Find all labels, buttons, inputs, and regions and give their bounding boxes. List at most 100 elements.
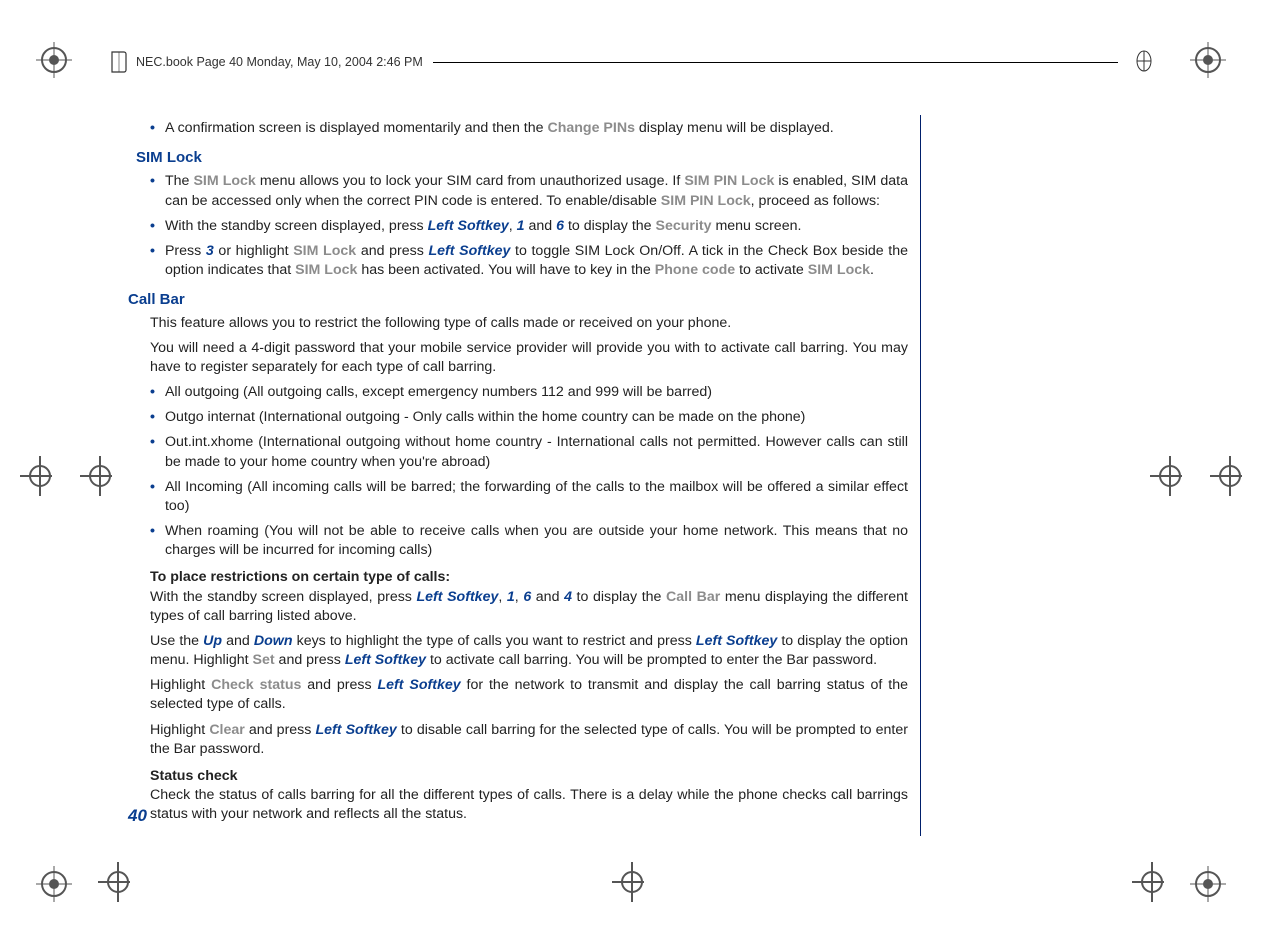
- page-content: • A confirmation screen is displayed mom…: [128, 115, 921, 836]
- bullet-item: • When roaming (You will not be able to r…: [150, 522, 908, 560]
- key-name: 6: [556, 218, 564, 234]
- menu-name: Clear: [209, 722, 245, 738]
- page-number: 40: [128, 806, 147, 826]
- bullet-icon: •: [150, 172, 155, 210]
- bullet-item: • Out.int.xhome (International outgoing w…: [150, 433, 908, 471]
- crop-mark-icon: [612, 866, 644, 898]
- menu-name: Set: [253, 652, 275, 668]
- text: With the standby screen displayed, press: [165, 218, 428, 234]
- crop-mark-icon: [1210, 460, 1242, 492]
- key-name: 1: [507, 589, 515, 605]
- bullet-item: • Press 3 or highlight SIM Lock and pres…: [150, 242, 908, 280]
- crop-mark-icon: [1150, 460, 1182, 492]
- heading-sim-lock: SIM Lock: [136, 148, 908, 168]
- text: menu screen.: [712, 218, 802, 234]
- heading-call-bar: Call Bar: [128, 290, 908, 310]
- text: to display the: [564, 218, 656, 234]
- menu-name: Call Bar: [666, 589, 720, 605]
- text: .: [870, 262, 874, 278]
- key-name: 3: [206, 243, 214, 259]
- text: has been activated. You will have to key…: [357, 262, 654, 278]
- text: and press: [301, 677, 377, 693]
- crop-rosette-icon: [1190, 866, 1226, 902]
- paragraph: With the standby screen displayed, press…: [150, 588, 908, 626]
- text: and press: [275, 652, 345, 668]
- text: , proceed as follows:: [751, 193, 880, 209]
- text: and press: [356, 243, 428, 259]
- text: All Incoming (All incoming calls will be…: [165, 478, 908, 516]
- key-name: Up: [203, 633, 222, 649]
- menu-name: Phone code: [655, 262, 735, 278]
- bullet-item: • A confirmation screen is displayed mom…: [150, 119, 908, 138]
- menu-name: SIM PIN Lock: [684, 173, 774, 189]
- bullet-item: • All Incoming (All incoming calls will b…: [150, 478, 908, 516]
- key-name: Down: [254, 633, 293, 649]
- text: to activate call barring. You will be pr…: [426, 652, 877, 668]
- bullet-icon: •: [150, 522, 155, 560]
- crop-mark-icon: [20, 460, 52, 492]
- menu-name: Check status: [211, 677, 301, 693]
- key-name: 4: [564, 589, 572, 605]
- text: ,: [509, 218, 517, 234]
- text: The: [165, 173, 193, 189]
- menu-name: SIM Lock: [293, 243, 356, 259]
- text: to display the: [572, 589, 666, 605]
- bullet-item: • Outgo internat (International outgoing …: [150, 408, 908, 427]
- crop-rosette-icon: [36, 42, 72, 78]
- bullet-icon: •: [150, 433, 155, 471]
- bullet-item: • The SIM Lock menu allows you to lock y…: [150, 172, 908, 210]
- crop-mark-icon: [80, 460, 112, 492]
- text: When roaming (You will not be able to re…: [165, 522, 908, 560]
- bullet-icon: •: [150, 383, 155, 402]
- text: and: [222, 633, 254, 649]
- book-icon: [110, 50, 128, 74]
- menu-name: SIM Lock: [193, 173, 255, 189]
- key-name: 1: [517, 218, 525, 234]
- text: display menu will be displayed.: [635, 120, 834, 136]
- subheading: To place restrictions on certain type of…: [150, 568, 908, 587]
- key-name: Left Softkey: [315, 722, 396, 738]
- paragraph: Highlight Clear and press Left Softkey t…: [150, 721, 908, 759]
- text: ,: [498, 589, 507, 605]
- text: Use the: [150, 633, 203, 649]
- crop-mark-icon: [98, 866, 130, 898]
- key-name: Left Softkey: [428, 218, 509, 234]
- paragraph: You will need a 4-digit password that yo…: [150, 339, 908, 377]
- paragraph: Use the Up and Down keys to highlight th…: [150, 632, 908, 670]
- menu-name: Security: [656, 218, 712, 234]
- key-name: Left Softkey: [696, 633, 777, 649]
- text: and press: [245, 722, 316, 738]
- spine-icon: [1134, 50, 1152, 74]
- text: to activate: [735, 262, 808, 278]
- text: and: [531, 589, 564, 605]
- bullet-icon: •: [150, 478, 155, 516]
- text: All outgoing (All outgoing calls, except…: [165, 383, 908, 402]
- crop-rosette-icon: [36, 866, 72, 902]
- key-name: Left Softkey: [428, 243, 510, 259]
- bullet-item: • All outgoing (All outgoing calls, excep…: [150, 383, 908, 402]
- bullet-icon: •: [150, 217, 155, 236]
- text: With the standby screen displayed, press: [150, 589, 417, 605]
- text: Press: [165, 243, 206, 259]
- header-text: NEC.book Page 40 Monday, May 10, 2004 2:…: [136, 55, 423, 69]
- header-rule: [433, 62, 1118, 63]
- subheading: Status check: [150, 767, 908, 786]
- menu-name: Change PINs: [547, 120, 635, 136]
- key-name: Left Softkey: [345, 652, 426, 668]
- bullet-icon: •: [150, 119, 155, 138]
- paragraph: This feature allows you to restrict the …: [150, 314, 908, 333]
- text: Outgo internat (International outgoing -…: [165, 408, 908, 427]
- text: Highlight: [150, 677, 211, 693]
- menu-name: SIM Lock: [295, 262, 357, 278]
- page-header: NEC.book Page 40 Monday, May 10, 2004 2:…: [110, 50, 1152, 74]
- key-name: Left Softkey: [417, 589, 499, 605]
- crop-mark-icon: [1132, 866, 1164, 898]
- text: Out.int.xhome (International outgoing wi…: [165, 433, 908, 471]
- bullet-icon: •: [150, 408, 155, 427]
- text: menu allows you to lock your SIM card fr…: [256, 173, 685, 189]
- text: Highlight: [150, 722, 209, 738]
- text: or highlight: [214, 243, 293, 259]
- paragraph: Check the status of calls barring for al…: [150, 786, 908, 824]
- menu-name: SIM Lock: [808, 262, 870, 278]
- text: A confirmation screen is displayed momen…: [165, 120, 547, 136]
